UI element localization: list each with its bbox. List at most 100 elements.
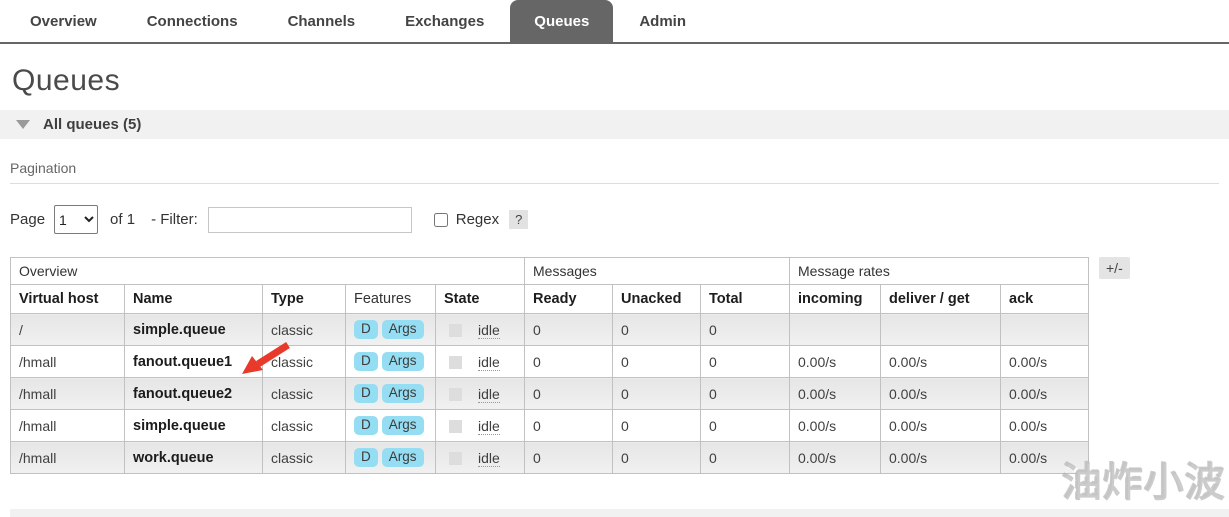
durable-badge[interactable]: D	[354, 416, 378, 435]
tab-channels[interactable]: Channels	[288, 0, 356, 42]
args-badge[interactable]: Args	[382, 352, 424, 371]
queues-table: Overview Messages Message rates Virtual …	[10, 257, 1089, 474]
cell-queue-name[interactable]: simple.queue	[125, 314, 263, 346]
col-header-deliver-get[interactable]: deliver / get	[881, 285, 1001, 314]
cell-type: classic	[263, 346, 346, 378]
cell-ready: 0	[525, 314, 613, 346]
section-title: All queues (5)	[43, 116, 141, 133]
tab-overview[interactable]: Overview	[30, 0, 97, 42]
state-mini-square	[449, 452, 462, 465]
tab-exchanges[interactable]: Exchanges	[405, 0, 484, 42]
cell-type: classic	[263, 378, 346, 410]
cell-unacked: 0	[613, 410, 701, 442]
page-title: Queues	[12, 64, 1229, 98]
cell-type: classic	[263, 442, 346, 474]
cell-vhost: /hmall	[11, 410, 125, 442]
col-header-total[interactable]: Total	[701, 285, 790, 314]
state-label: idle	[478, 322, 500, 339]
cell-incoming: 0.00/s	[790, 346, 881, 378]
cell-features: DArgs	[346, 442, 436, 474]
cell-type: classic	[263, 314, 346, 346]
tab-connections[interactable]: Connections	[147, 0, 238, 42]
tab-admin[interactable]: Admin	[639, 0, 686, 42]
cell-total: 0	[701, 346, 790, 378]
state-label: idle	[478, 450, 500, 467]
cell-ready: 0	[525, 410, 613, 442]
cell-ready: 0	[525, 442, 613, 474]
col-header-features: Features	[346, 285, 436, 314]
state-mini-square	[449, 420, 462, 433]
collapse-triangle-icon	[16, 120, 30, 129]
tab-queues[interactable]: Queues	[510, 0, 613, 42]
cell-vhost: /hmall	[11, 346, 125, 378]
regex-label: Regex	[456, 211, 499, 228]
cell-unacked: 0	[613, 314, 701, 346]
cell-state: idle	[436, 410, 525, 442]
cell-total: 0	[701, 442, 790, 474]
all-queues-section-header[interactable]: All queues (5)	[0, 110, 1229, 139]
table-row[interactable]: /hmall simple.queue classic DArgs idle 0…	[11, 410, 1089, 442]
col-header-unacked[interactable]: Unacked	[613, 285, 701, 314]
cell-features: DArgs	[346, 346, 436, 378]
column-selector-button[interactable]: +/-	[1099, 257, 1130, 279]
cell-incoming	[790, 314, 881, 346]
cell-incoming: 0.00/s	[790, 442, 881, 474]
cell-unacked: 0	[613, 442, 701, 474]
cell-queue-name[interactable]: fanout.queue2	[125, 378, 263, 410]
cell-deliver-get: 0.00/s	[881, 378, 1001, 410]
col-header-state[interactable]: State	[436, 285, 525, 314]
state-mini-square	[449, 388, 462, 401]
args-badge[interactable]: Args	[382, 416, 424, 435]
regex-checkbox[interactable]	[434, 213, 448, 227]
cell-unacked: 0	[613, 378, 701, 410]
state-label: idle	[478, 354, 500, 371]
pagination-section: Pagination Page 1 of 1 - Filter: Regex ?	[10, 160, 1219, 234]
page-select[interactable]: 1	[54, 205, 98, 234]
col-header-incoming[interactable]: incoming	[790, 285, 881, 314]
durable-badge[interactable]: D	[354, 352, 378, 371]
col-header-ack[interactable]: ack	[1001, 285, 1089, 314]
cell-unacked: 0	[613, 346, 701, 378]
filter-label: - Filter:	[151, 211, 198, 228]
durable-badge[interactable]: D	[354, 384, 378, 403]
cell-features: DArgs	[346, 378, 436, 410]
cell-queue-name[interactable]: work.queue	[125, 442, 263, 474]
durable-badge[interactable]: D	[354, 448, 378, 467]
cell-deliver-get: 0.00/s	[881, 346, 1001, 378]
col-header-ready[interactable]: Ready	[525, 285, 613, 314]
cell-queue-name[interactable]: fanout.queue1	[125, 346, 263, 378]
cell-ack: 0.00/s	[1001, 378, 1089, 410]
cell-ready: 0	[525, 346, 613, 378]
page-of-label: of 1	[110, 211, 135, 228]
next-section-strip	[10, 509, 1229, 517]
table-row[interactable]: /hmall work.queue classic DArgs idle 0 0…	[11, 442, 1089, 474]
col-header-virtual-host[interactable]: Virtual host	[11, 285, 125, 314]
cell-vhost: /	[11, 314, 125, 346]
cell-ready: 0	[525, 378, 613, 410]
args-badge[interactable]: Args	[382, 320, 424, 339]
cell-features: DArgs	[346, 314, 436, 346]
state-mini-square	[449, 324, 462, 337]
table-row[interactable]: / simple.queue classic DArgs idle 0 0 0	[11, 314, 1089, 346]
cell-total: 0	[701, 314, 790, 346]
col-header-name[interactable]: Name	[125, 285, 263, 314]
filter-help-icon[interactable]: ?	[509, 210, 528, 229]
cell-state: idle	[436, 378, 525, 410]
page-word-label: Page	[10, 211, 45, 228]
cell-state: idle	[436, 314, 525, 346]
cell-ack: 0.00/s	[1001, 410, 1089, 442]
args-badge[interactable]: Args	[382, 448, 424, 467]
filter-input[interactable]	[208, 207, 412, 233]
state-mini-square	[449, 356, 462, 369]
cell-ack	[1001, 314, 1089, 346]
pagination-heading: Pagination	[10, 160, 1219, 184]
args-badge[interactable]: Args	[382, 384, 424, 403]
cell-state: idle	[436, 346, 525, 378]
cell-queue-name[interactable]: simple.queue	[125, 410, 263, 442]
table-row[interactable]: /hmall fanout.queue2 classic DArgs idle …	[11, 378, 1089, 410]
cell-deliver-get	[881, 314, 1001, 346]
durable-badge[interactable]: D	[354, 320, 378, 339]
table-row[interactable]: /hmall fanout.queue1 classic DArgs idle …	[11, 346, 1089, 378]
col-header-type[interactable]: Type	[263, 285, 346, 314]
group-header-message-rates: Message rates	[790, 258, 1089, 285]
